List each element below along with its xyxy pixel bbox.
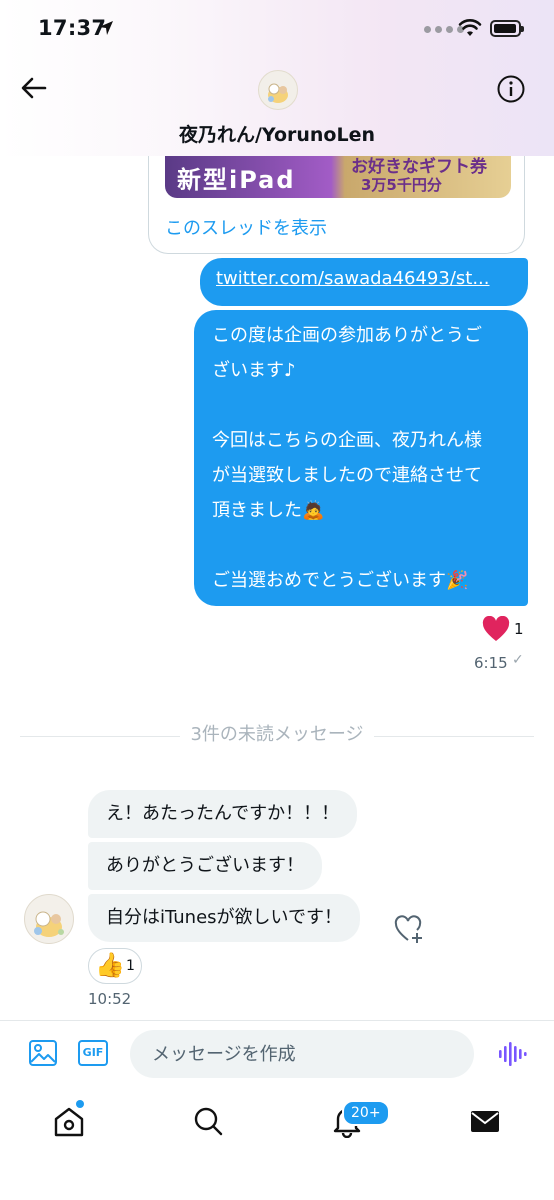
message-input[interactable] — [130, 1030, 474, 1078]
sent-url-link[interactable]: twitter.com/sawada46493/st... — [216, 268, 512, 289]
add-reaction-icon[interactable] — [394, 914, 424, 944]
received-timestamp: 10:52 — [88, 990, 132, 1008]
unread-divider: 3件の未読メッセージ — [0, 720, 554, 746]
location-arrow-icon — [99, 21, 113, 35]
thumbs-up-count: 1 — [126, 958, 135, 974]
composer-divider — [0, 1020, 554, 1021]
card-image-amount-text: 3万5千円分 — [361, 176, 442, 194]
sender-avatar[interactable] — [24, 894, 74, 944]
received-message-3[interactable]: 自分はiTunesが欲しいです！ — [88, 894, 360, 942]
back-arrow-icon[interactable] — [20, 74, 48, 102]
heart-icon[interactable] — [482, 616, 510, 642]
home-notification-dot — [76, 1100, 84, 1108]
voice-icon[interactable] — [497, 1040, 527, 1068]
mail-icon[interactable] — [468, 1104, 502, 1138]
card-image-main-text: 新型iPad — [177, 166, 296, 194]
read-check-icon: ✓ — [512, 652, 524, 668]
wifi-icon — [458, 19, 482, 36]
received-message-1[interactable]: え！あたったんですか！！！ — [88, 790, 358, 838]
info-icon[interactable] — [496, 74, 526, 104]
show-thread-link[interactable]: このスレッドを表示 — [165, 214, 327, 240]
sent-message-bubble[interactable]: この度は企画の参加ありがとうご ざいます♪ 今回はこちらの企画、夜乃れん様 が当… — [194, 310, 528, 661]
media-icon[interactable] — [28, 1038, 58, 1068]
conversation-title[interactable]: 夜乃れん/YorunoLen — [0, 120, 554, 147]
gif-icon[interactable]: GIF — [78, 1040, 108, 1066]
home-icon[interactable] — [52, 1104, 86, 1138]
thumbs-up-emoji: 👍 — [95, 951, 125, 979]
status-time: 17:37 — [38, 16, 107, 40]
thumbs-up-reaction[interactable]: 👍 1 — [88, 948, 142, 984]
card-image[interactable]: 新型iPad お好きなギフト券 3万5千円分 — [165, 150, 511, 198]
battery-icon — [490, 20, 524, 37]
received-message-2[interactable]: ありがとうございます！ — [88, 842, 322, 890]
sent-timestamp: 6:15 — [474, 654, 508, 672]
search-icon[interactable] — [191, 1104, 225, 1138]
conversation-avatar[interactable] — [258, 70, 298, 110]
top-bar: 17:37 夜乃れん/YorunoLen — [0, 0, 554, 156]
unread-divider-label: 3件の未読メッセージ — [180, 724, 374, 745]
sent-url-bubble[interactable]: twitter.com/sawada46493/st... — [200, 258, 528, 306]
heart-reaction-count: 1 — [514, 620, 524, 638]
notifications-badge: 20+ — [342, 1100, 390, 1126]
